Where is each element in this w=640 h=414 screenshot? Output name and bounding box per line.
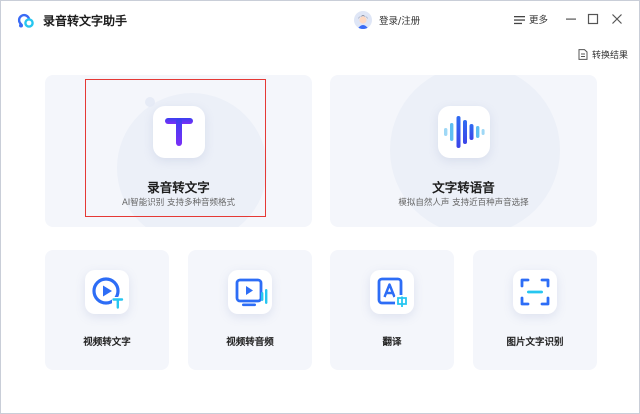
- audio-to-text-subtitle: AI智能识别 支持多种音频格式: [121, 198, 236, 208]
- video-to-text-icon: [85, 270, 129, 314]
- image-text-recognition-icon: [513, 270, 557, 314]
- image-text-recognition-card[interactable]: 图片文字识别: [473, 250, 597, 370]
- document-icon: [578, 45, 588, 64]
- convert-results-label: 转换结果: [592, 51, 629, 61]
- title-bar: 录音转文字助手 登录/注册 更多: [1, 1, 639, 37]
- translate-card[interactable]: 翻译: [330, 250, 454, 370]
- app-logo-icon: [16, 10, 36, 30]
- video-to-text-title: 视频转文字: [83, 337, 131, 348]
- minimize-icon: [566, 18, 576, 20]
- translate-icon: [370, 270, 414, 314]
- audio-to-text-card[interactable]: 录音转文字 AI智能识别 支持多种音频格式: [45, 75, 312, 227]
- maximize-icon: [587, 13, 599, 25]
- account-label: 登录/注册: [379, 16, 421, 27]
- app-window: 录音转文字助手 登录/注册 更多 转换结果 录音转文字 AI智能识别 支持多种音…: [0, 0, 640, 414]
- convert-results-button[interactable]: 转换结果: [578, 45, 628, 64]
- minimize-button[interactable]: [562, 10, 580, 28]
- sound-wave-icon: [437, 106, 490, 158]
- image-text-recognition-title: 图片文字识别: [506, 337, 564, 348]
- video-to-audio-icon: [228, 270, 272, 314]
- maximize-button[interactable]: [584, 10, 602, 28]
- app-title: 录音转文字助手: [43, 14, 128, 28]
- close-button[interactable]: [608, 10, 626, 28]
- letter-t-icon: [152, 106, 205, 158]
- translate-title: 翻译: [382, 337, 402, 348]
- audio-to-text-title: 录音转文字: [147, 180, 210, 195]
- video-to-audio-title: 视频转音频: [226, 337, 274, 348]
- menu-icon: [514, 10, 525, 29]
- text-to-speech-subtitle: 模拟自然人声 支持近百种声音选择: [398, 198, 529, 208]
- login-register-button[interactable]: 登录/注册: [354, 10, 420, 30]
- video-to-text-card[interactable]: 视频转文字: [45, 250, 169, 370]
- more-menu-button[interactable]: 更多: [514, 11, 548, 27]
- more-label: 更多: [529, 15, 549, 26]
- avatar: [354, 11, 372, 29]
- text-to-speech-title: 文字转语音: [432, 180, 495, 195]
- video-to-audio-card[interactable]: 视频转音频: [188, 250, 312, 370]
- text-to-speech-card[interactable]: 文字转语音 模拟自然人声 支持近百种声音选择: [330, 75, 597, 227]
- close-icon: [612, 14, 622, 24]
